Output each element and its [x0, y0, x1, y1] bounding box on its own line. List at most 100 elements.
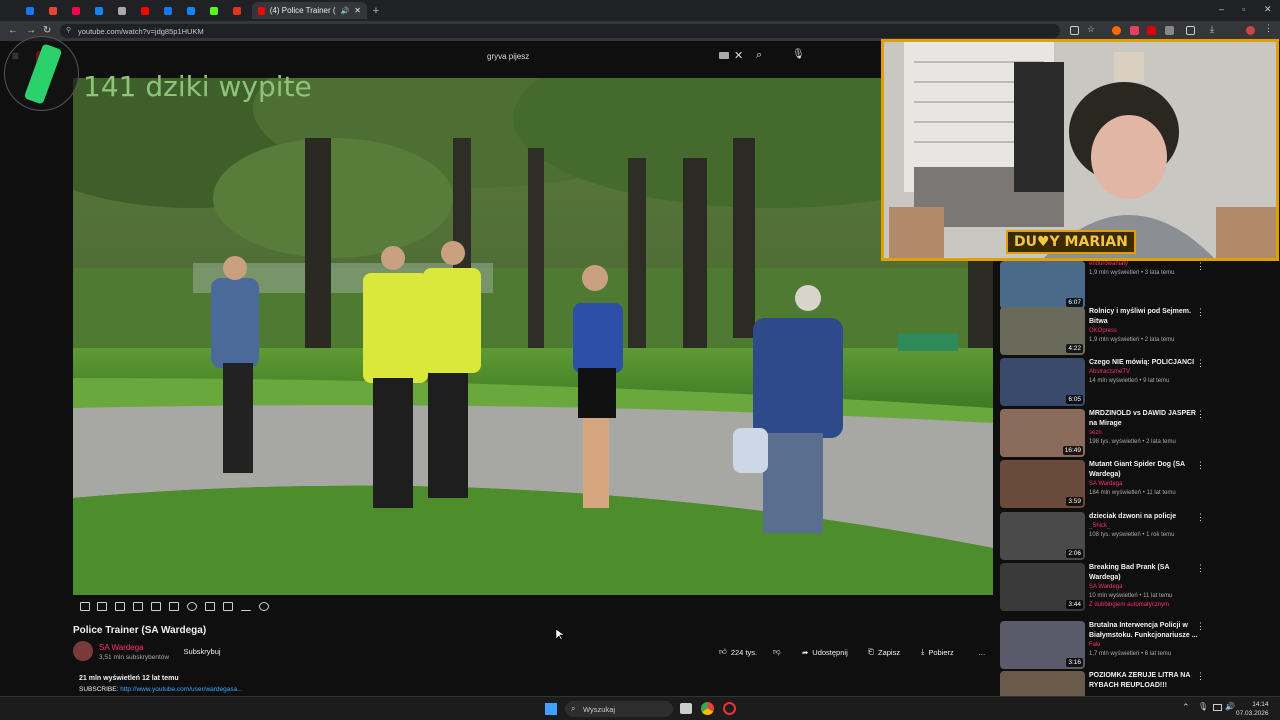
recommendation-title[interactable]: MRDZINOLD vs DAWID JASPER na Mirage — [1089, 409, 1201, 429]
browser-menu-icon[interactable]: ⋮ — [1264, 23, 1273, 33]
back-icon[interactable]: ← — [8, 25, 18, 36]
recommendation-menu-icon[interactable]: ⋮ — [1196, 621, 1205, 632]
recommendation-menu-icon[interactable]: ⋮ — [1196, 307, 1205, 318]
recommendation-thumbnail[interactable]: 6:05 — [1000, 358, 1085, 406]
channel-avatar[interactable] — [73, 641, 93, 661]
browser-tab[interactable] — [181, 2, 201, 19]
like-button[interactable]: 👍︎ 224 tys. — [719, 645, 757, 659]
recommendation-title[interactable]: POZIOMKA ZERUJE LITRA NA RYBACH REUPLOAD… — [1089, 671, 1201, 691]
settings-gear-icon[interactable] — [259, 602, 269, 611]
microphone-icon[interactable]: 🎙 — [792, 49, 805, 60]
browser-tab[interactable] — [158, 2, 178, 19]
search-icon[interactable]: ⌕ — [756, 49, 762, 62]
pip-icon[interactable] — [205, 602, 215, 611]
minimize-icon[interactable]: – — [1219, 4, 1224, 14]
dislike-button[interactable]: 👎︎ — [773, 645, 781, 659]
forward-icon[interactable]: → — [26, 25, 36, 36]
recommendation-menu-icon[interactable]: ⋮ — [1196, 358, 1205, 369]
recommendation-item[interactable]: 3:16 Brutalna Interwencja Policji w Biały… — [1000, 621, 1210, 669]
new-tab-button[interactable]: + — [370, 2, 382, 19]
recommendation-item[interactable]: 2:06 dzieciak dzwoni na policje _Shick_ 108… — [1000, 512, 1210, 560]
recommendation-thumbnail[interactable]: 4:22 — [1000, 307, 1085, 355]
tray-chevron-icon[interactable]: ⌃ — [1182, 702, 1190, 713]
screenshot-icon[interactable] — [151, 602, 161, 611]
recommendation-title[interactable]: Czego NIE mówią: POLICJANCI — [1089, 358, 1201, 368]
task-view-icon[interactable] — [680, 703, 692, 714]
download-icon[interactable]: ⤓ — [1210, 24, 1219, 34]
recommendation-channel[interactable]: AbstractsmeTV — [1089, 369, 1130, 375]
tray-mic-icon[interactable]: 🎙 — [1198, 702, 1208, 711]
recommendation-thumbnail[interactable]: 3:59 — [1000, 460, 1085, 508]
description-link[interactable]: http://www.youtube.com/user/wardegasa... — [120, 686, 242, 693]
keyboard-icon[interactable] — [719, 52, 729, 59]
browser-tab[interactable] — [89, 2, 109, 19]
recommendation-channel[interactable]: Faki — [1089, 642, 1100, 648]
recommendation-title[interactable]: Rolnicy i myśliwi pod Sejmem. Bitwa — [1089, 307, 1201, 327]
recommendation-menu-icon[interactable]: ⋮ — [1196, 460, 1205, 471]
browser-tab[interactable] — [227, 2, 247, 19]
taskbar-search-input[interactable]: ⌕ Wyszukaj — [565, 701, 673, 717]
recommendation-menu-icon[interactable]: ⋮ — [1196, 261, 1205, 272]
tab-close-icon[interactable]: ✕ — [354, 6, 361, 15]
extension-3-icon[interactable] — [1147, 26, 1156, 35]
browser-tab[interactable] — [43, 2, 63, 19]
tray-monitor-icon[interactable] — [1213, 704, 1222, 711]
description-text[interactable]: SUBSCRIBE: http://www.youtube.com/user/w… — [79, 686, 243, 693]
recommendation-channel[interactable]: OKOpress — [1089, 328, 1117, 334]
chapters-icon[interactable] — [133, 602, 143, 611]
download-button[interactable]: ⤓ Pobierz — [921, 645, 954, 659]
bookmark-star-icon[interactable]: ☆ — [1087, 24, 1096, 34]
camera-icon[interactable] — [223, 602, 233, 611]
theater-mode-icon[interactable] — [169, 602, 179, 611]
loop-icon[interactable] — [80, 602, 90, 611]
chrome-alt-taskbar-icon[interactable] — [723, 702, 736, 715]
recommendation-menu-icon[interactable]: ⋮ — [1196, 563, 1205, 574]
recommendation-item[interactable]: 6:05 Czego NIE mówią: POLICJANCI Abstracts… — [1000, 358, 1210, 406]
recommendation-channel[interactable]: endurowaniaty — [1089, 261, 1128, 267]
recommendation-item[interactable]: 3:44 Breaking Bad Prank (SA Wardega) SA Wa… — [1000, 563, 1210, 611]
audio-track-icon[interactable] — [97, 602, 107, 611]
recommendation-channel[interactable]: _Shick_ — [1089, 523, 1110, 529]
tray-speaker-icon[interactable]: 🔊 — [1225, 702, 1235, 711]
recommendation-menu-icon[interactable]: ⋮ — [1196, 512, 1205, 523]
browser-tab[interactable] — [204, 2, 224, 19]
recommendation-title[interactable]: dzieciak dzwoni na policje — [1089, 512, 1201, 522]
clear-search-icon[interactable]: ✕ — [734, 49, 743, 62]
subscribe-button[interactable]: Subskrybuj — [176, 645, 228, 659]
recommendation-thumbnail[interactable]: 3:44 — [1000, 563, 1085, 611]
recommendation-thumbnail[interactable]: 16:49 — [1000, 409, 1085, 457]
url-field[interactable]: ⚲ youtube.com/watch?v=jdg85p1HUKM — [60, 24, 1060, 38]
recommendation-thumbnail[interactable]: 2:06 — [1000, 512, 1085, 560]
recommendation-thumbnail[interactable]: 3:16 — [1000, 621, 1085, 669]
chrome-taskbar-icon[interactable] — [701, 702, 714, 715]
recommendation-channel[interactable]: SA Wardega — [1089, 481, 1122, 487]
close-window-icon[interactable]: ✕ — [1264, 4, 1272, 15]
browser-tab[interactable] — [135, 2, 155, 19]
extension-1-icon[interactable] — [1112, 26, 1121, 35]
video-player[interactable] — [73, 78, 993, 595]
share-button[interactable]: ➦ Udostępnij — [802, 645, 848, 659]
recommendation-item[interactable]: 4:22 Rolnicy i myśliwi pod Sejmem. Bitwa O… — [1000, 307, 1210, 355]
recommendation-title[interactable]: Brutalna Interwencja Policji w Białymsto… — [1089, 621, 1201, 641]
system-clock[interactable]: 14:14 07.03.2026 — [1236, 700, 1269, 718]
recommendation-channel[interactable]: sezn — [1089, 430, 1102, 436]
browser-tab[interactable] — [66, 2, 86, 19]
site-info-icon[interactable]: ⚲ — [66, 26, 71, 34]
recommendation-item[interactable]: 6:07 endurowaniaty 1,9 mln wyświetleń • 3 … — [1000, 261, 1210, 309]
profile-avatar[interactable] — [1246, 26, 1255, 35]
recommendation-channel[interactable]: SA Wardega — [1089, 584, 1122, 590]
extension-2-icon[interactable] — [1130, 26, 1139, 35]
speed-icon[interactable] — [187, 602, 197, 611]
windows-start-icon[interactable] — [545, 703, 557, 715]
browser-tab[interactable] — [20, 2, 40, 19]
save-button[interactable]: ⎗ Zapisz — [868, 645, 900, 659]
recommendation-title[interactable]: Breaking Bad Prank (SA Wardega) — [1089, 563, 1201, 583]
install-app-icon[interactable] — [1070, 26, 1079, 35]
recommendation-title[interactable]: Mutant Giant Spider Dog (SA Wardega) — [1089, 460, 1201, 480]
reload-icon[interactable]: ↻ — [43, 25, 51, 36]
recommendation-menu-icon[interactable]: ⋮ — [1196, 671, 1205, 682]
browser-tab[interactable] — [112, 2, 132, 19]
recommendation-thumbnail[interactable]: 6:07 — [1000, 261, 1085, 309]
extension-4-icon[interactable] — [1165, 26, 1174, 35]
extensions-puzzle-icon[interactable] — [1186, 26, 1195, 35]
